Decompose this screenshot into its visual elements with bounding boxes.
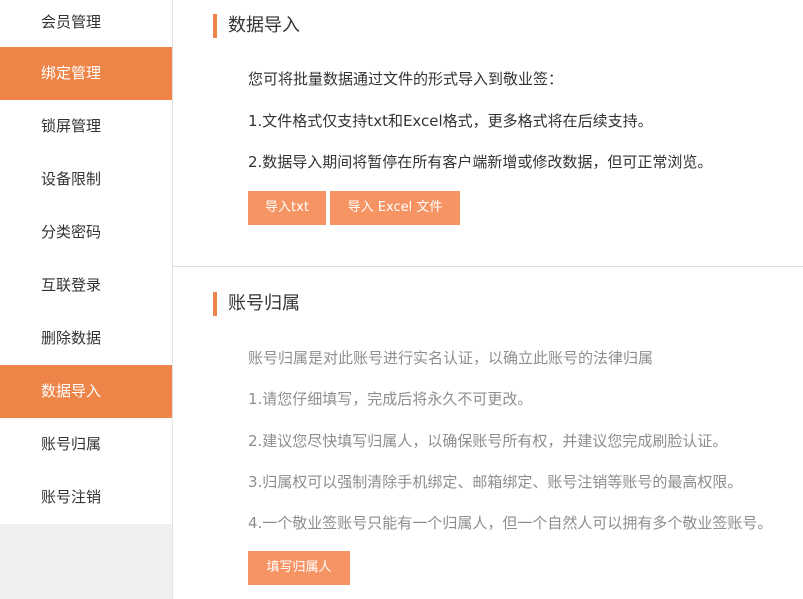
account-ownership-section: 账号归属 账号归属是对此账号进行实名认证，以确立此账号的法律归属 1.请您仔细填…	[173, 267, 803, 599]
title-accent-bar	[213, 292, 217, 316]
data-import-intro: 您可将批量数据通过文件的形式导入到敬业签：	[248, 70, 564, 88]
title-accent-bar	[213, 14, 217, 38]
sidebar-item-delete-data[interactable]: 删除数据	[0, 312, 172, 365]
sidebar-item-device-limit[interactable]: 设备限制	[0, 153, 172, 206]
ownership-note-4: 4.一个敬业签账号只能有一个归属人，但一个自然人可以拥有多个敬业签账号。	[248, 514, 773, 532]
sidebar-item-binding-management[interactable]: 绑定管理	[0, 47, 172, 100]
data-import-note-1: 1.文件格式仅支持txt和Excel格式，更多格式将在后续支持。	[248, 112, 653, 130]
ownership-note-1: 1.请您仔细填写，完成后将永久不可更改。	[248, 390, 533, 408]
import-txt-button[interactable]: 导入txt	[248, 191, 326, 225]
fill-owner-button[interactable]: 填写归属人	[248, 551, 350, 585]
sidebar-item-lock-screen-management[interactable]: 锁屏管理	[0, 100, 172, 153]
sidebar-item-data-import[interactable]: 数据导入	[0, 365, 172, 418]
data-import-title-text: 数据导入	[228, 15, 300, 36]
data-import-note-2: 2.数据导入期间将暂停在所有客户端新增或修改数据，但可正常浏览。	[248, 153, 713, 171]
ownership-note-2: 2.建议您尽快填写归属人，以确保账号所有权，并建议您完成刷脸认证。	[248, 432, 728, 450]
account-ownership-title: 账号归属	[213, 292, 300, 316]
sidebar-item-member-management[interactable]: 会员管理	[0, 0, 172, 47]
sidebar-nav: 会员管理 绑定管理 锁屏管理 设备限制 分类密码 互联登录 删除数据 数据导入 …	[0, 0, 172, 524]
ownership-note-3: 3.归属权可以强制清除手机绑定、邮箱绑定、账号注销等账号的最高权限。	[248, 473, 743, 491]
sidebar-item-account-cancellation[interactable]: 账号注销	[0, 471, 172, 524]
import-excel-button[interactable]: 导入 Excel 文件	[330, 191, 460, 225]
ownership-intro: 账号归属是对此账号进行实名认证，以确立此账号的法律归属	[248, 349, 654, 367]
account-ownership-title-text: 账号归属	[228, 293, 300, 314]
sidebar-item-linked-login[interactable]: 互联登录	[0, 259, 172, 312]
data-import-section: 数据导入 您可将批量数据通过文件的形式导入到敬业签： 1.文件格式仅支持txt和…	[173, 0, 803, 266]
sidebar-item-account-ownership[interactable]: 账号归属	[0, 418, 172, 471]
sidebar: 会员管理 绑定管理 锁屏管理 设备限制 分类密码 互联登录 删除数据 数据导入 …	[0, 0, 172, 599]
sidebar-item-category-password[interactable]: 分类密码	[0, 206, 172, 259]
data-import-title: 数据导入	[213, 14, 300, 38]
